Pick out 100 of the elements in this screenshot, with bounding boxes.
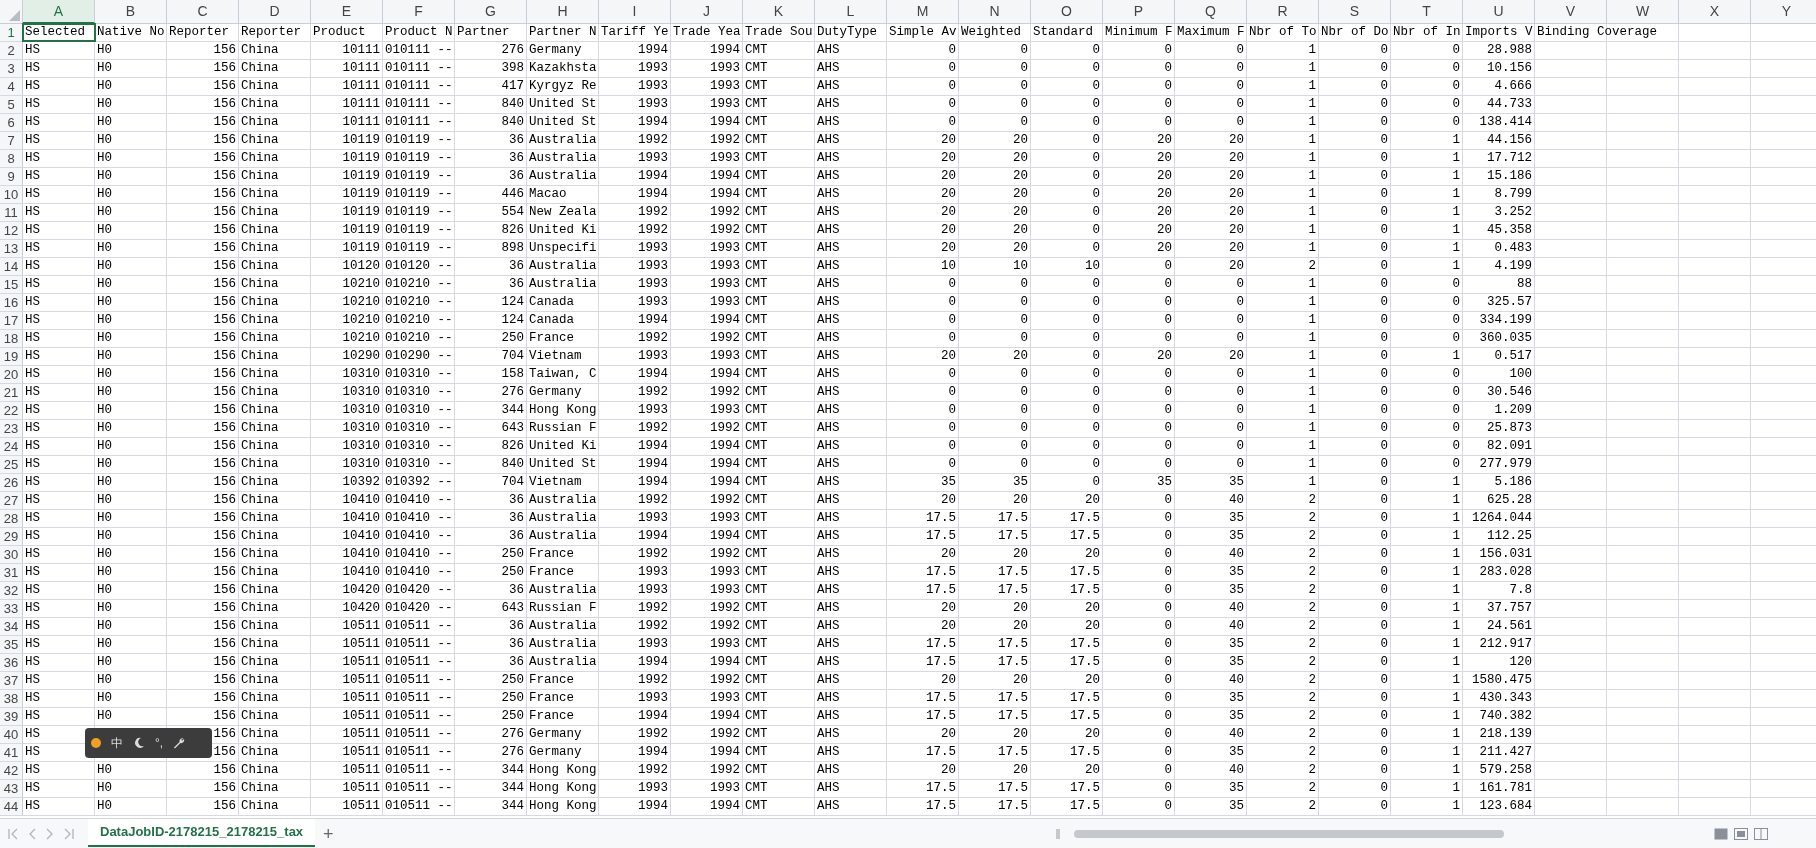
table-cell: 0 (1092, 134, 1100, 147)
splitter-icon[interactable] (1056, 827, 1060, 840)
table-cell: 1992 (710, 134, 740, 147)
wrench-icon[interactable] (173, 737, 186, 749)
table-cell: 1 (1308, 386, 1316, 399)
table-cell: 17.5 (926, 710, 956, 723)
column-header[interactable]: U (1463, 0, 1535, 24)
table-cell: 10119 (342, 170, 380, 183)
previous-sheet-icon[interactable] (28, 827, 36, 840)
table-cell: 20 (1013, 170, 1028, 183)
select-all-icon[interactable] (9, 10, 20, 21)
table-cell: HS (25, 134, 40, 147)
column-header[interactable]: X (1679, 0, 1751, 24)
table-cell: 20 (1157, 224, 1172, 237)
moon-icon[interactable] (133, 737, 145, 749)
first-sheet-icon[interactable] (8, 827, 18, 840)
column-header[interactable]: T (1391, 0, 1463, 24)
table-cell: 20 (1013, 134, 1028, 147)
table-cell: 1 (1308, 332, 1316, 345)
column-header[interactable]: S (1319, 0, 1391, 24)
table-cell: AHS (817, 206, 840, 219)
table-cell: France (529, 692, 574, 705)
table-cell: 0.517 (1494, 350, 1532, 363)
table-cell: 0 (1380, 638, 1388, 651)
table-cell: H0 (97, 782, 112, 795)
column-header[interactable]: C (167, 0, 239, 24)
column-header[interactable]: Y (1751, 0, 1816, 24)
table-cell: 1 (1452, 512, 1460, 525)
table-cell: 10 (941, 260, 956, 273)
column-header[interactable]: Q (1175, 0, 1247, 24)
page-layout-icon[interactable] (1734, 827, 1748, 840)
table-cell: 0 (1380, 368, 1388, 381)
table-cell: 0 (1452, 332, 1460, 345)
table-cell: CMT (745, 314, 768, 327)
column-header[interactable]: W (1607, 0, 1679, 24)
table-cell: 0 (948, 296, 956, 309)
sheet-tab[interactable]: DataJobID-2178215_2178215_tax (88, 818, 316, 847)
table-cell: AHS (817, 602, 840, 615)
table-cell: France (529, 332, 574, 345)
table-cell: 1 (1308, 422, 1316, 435)
table-cell: 0 (1164, 548, 1172, 561)
column-header[interactable]: M (887, 0, 959, 24)
table-cell: 30.546 (1487, 386, 1532, 399)
column-header[interactable]: K (743, 0, 815, 24)
table-cell: Australia (529, 152, 597, 165)
table-cell: 17.5 (998, 530, 1028, 543)
table-cell: 20 (1013, 764, 1028, 777)
input-mode-toggle[interactable]: 中 (111, 734, 123, 752)
column-header[interactable]: V (1535, 0, 1607, 24)
column-header[interactable]: H (527, 0, 599, 24)
table-cell: 0 (1020, 80, 1028, 93)
column-header[interactable]: L (815, 0, 887, 24)
table-cell: HS (25, 584, 40, 597)
column-header[interactable]: B (95, 0, 167, 24)
table-cell: 1993 (710, 350, 740, 363)
punctuation-toggle[interactable]: °, (155, 734, 164, 752)
table-cell: H0 (97, 242, 112, 255)
table-cell: 20 (941, 350, 956, 363)
column-header[interactable]: O (1031, 0, 1103, 24)
column-header[interactable]: D (239, 0, 311, 24)
table-cell: 2 (1308, 638, 1316, 651)
table-cell: 0 (948, 368, 956, 381)
table-cell: 0 (1236, 80, 1244, 93)
table-cell: Hong Kong (529, 404, 597, 417)
table-cell: Hong Kong (529, 800, 597, 813)
column-header[interactable]: G (455, 0, 527, 24)
column-header[interactable]: E (311, 0, 383, 24)
table-cell: 010511 -- (385, 656, 453, 669)
table-cell: 211.427 (1479, 746, 1532, 759)
add-sheet-button[interactable]: + (323, 824, 334, 843)
table-cell: CMT (745, 404, 768, 417)
table-cell: CMT (745, 152, 768, 165)
table-cell: 212.917 (1479, 638, 1532, 651)
next-sheet-icon[interactable] (46, 827, 54, 840)
column-header[interactable]: N (959, 0, 1031, 24)
column-header[interactable]: R (1247, 0, 1319, 24)
table-cell: 1994 (638, 116, 668, 129)
table-cell: Kazakhsta (529, 62, 597, 75)
table-cell: 10210 (342, 314, 380, 327)
page-break-icon[interactable] (1754, 827, 1768, 840)
table-cell: H0 (97, 710, 112, 723)
table-cell: 10310 (342, 458, 380, 471)
column-header[interactable]: I (599, 0, 671, 24)
table-cell: 2 (1308, 728, 1316, 741)
column-header[interactable]: P (1103, 0, 1175, 24)
column-header[interactable]: J (671, 0, 743, 24)
column-header[interactable]: A (23, 0, 95, 24)
table-cell: 010111 -- (385, 116, 453, 129)
column-header[interactable]: F (383, 0, 455, 24)
last-sheet-icon[interactable] (64, 827, 74, 840)
table-cell: 0 (1380, 314, 1388, 327)
table-cell: 156 (213, 440, 236, 453)
table-cell: 17.5 (998, 512, 1028, 525)
table-cell: 0 (1380, 782, 1388, 795)
table-cell: Australia (529, 278, 597, 291)
normal-view-icon[interactable] (1714, 827, 1728, 840)
table-cell: China (241, 44, 279, 57)
table-cell: 1993 (710, 80, 740, 93)
table-cell: 1993 (638, 512, 668, 525)
table-cell: 0 (1236, 458, 1244, 471)
